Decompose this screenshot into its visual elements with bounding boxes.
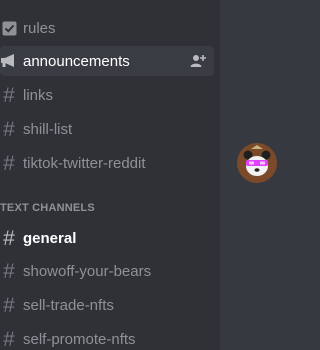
channel-label: self-promote-nfts xyxy=(23,330,136,348)
channel-general[interactable]: # general xyxy=(0,223,214,253)
channel-sidebar: rules announcements # links # shill-list… xyxy=(0,0,220,350)
hash-icon: # xyxy=(3,83,15,107)
hash-icon: # xyxy=(3,259,15,283)
hash-icon: # xyxy=(3,117,15,141)
hash-icon: # xyxy=(3,151,15,175)
channel-label: general xyxy=(23,229,77,247)
channel-shill-list[interactable]: # shill-list xyxy=(0,114,214,144)
channel-label: links xyxy=(23,86,54,104)
channel-label: sell-trade-nfts xyxy=(23,296,114,314)
hash-icon: # xyxy=(3,226,15,250)
channel-label: shill-list xyxy=(23,120,73,138)
channel-label: announcements xyxy=(23,52,130,70)
app-window: rules announcements # links # shill-list… xyxy=(0,0,286,350)
hash-icon: # xyxy=(3,293,15,317)
channel-label: tiktok-twitter-reddit xyxy=(23,154,146,172)
channel-label: showoff-your-bears xyxy=(23,262,152,280)
channel-self-promote-nfts[interactable]: # self-promote-nfts xyxy=(0,324,214,350)
category-label: TEXT CHANNELS xyxy=(0,202,95,214)
channel-rules[interactable]: rules xyxy=(0,13,214,43)
channel-tiktok-twitter-reddit[interactable]: # tiktok-twitter-reddit xyxy=(0,148,214,178)
channel-links[interactable]: # links xyxy=(0,80,214,110)
hash-icon: # xyxy=(3,327,15,350)
channel-sell-trade-nfts[interactable]: # sell-trade-nfts xyxy=(0,290,214,320)
channel-announcements[interactable]: announcements xyxy=(0,46,214,76)
category-text-channels[interactable]: TEXT CHANNELS xyxy=(0,202,214,216)
announcement-megaphone-icon xyxy=(0,54,20,68)
panda-bear-avatar[interactable] xyxy=(237,143,277,183)
rules-checkbox-icon xyxy=(0,21,20,36)
channel-label: rules xyxy=(23,19,56,37)
add-member-icon[interactable] xyxy=(190,54,206,68)
channel-showoff-your-bears[interactable]: # showoff-your-bears xyxy=(0,256,214,286)
